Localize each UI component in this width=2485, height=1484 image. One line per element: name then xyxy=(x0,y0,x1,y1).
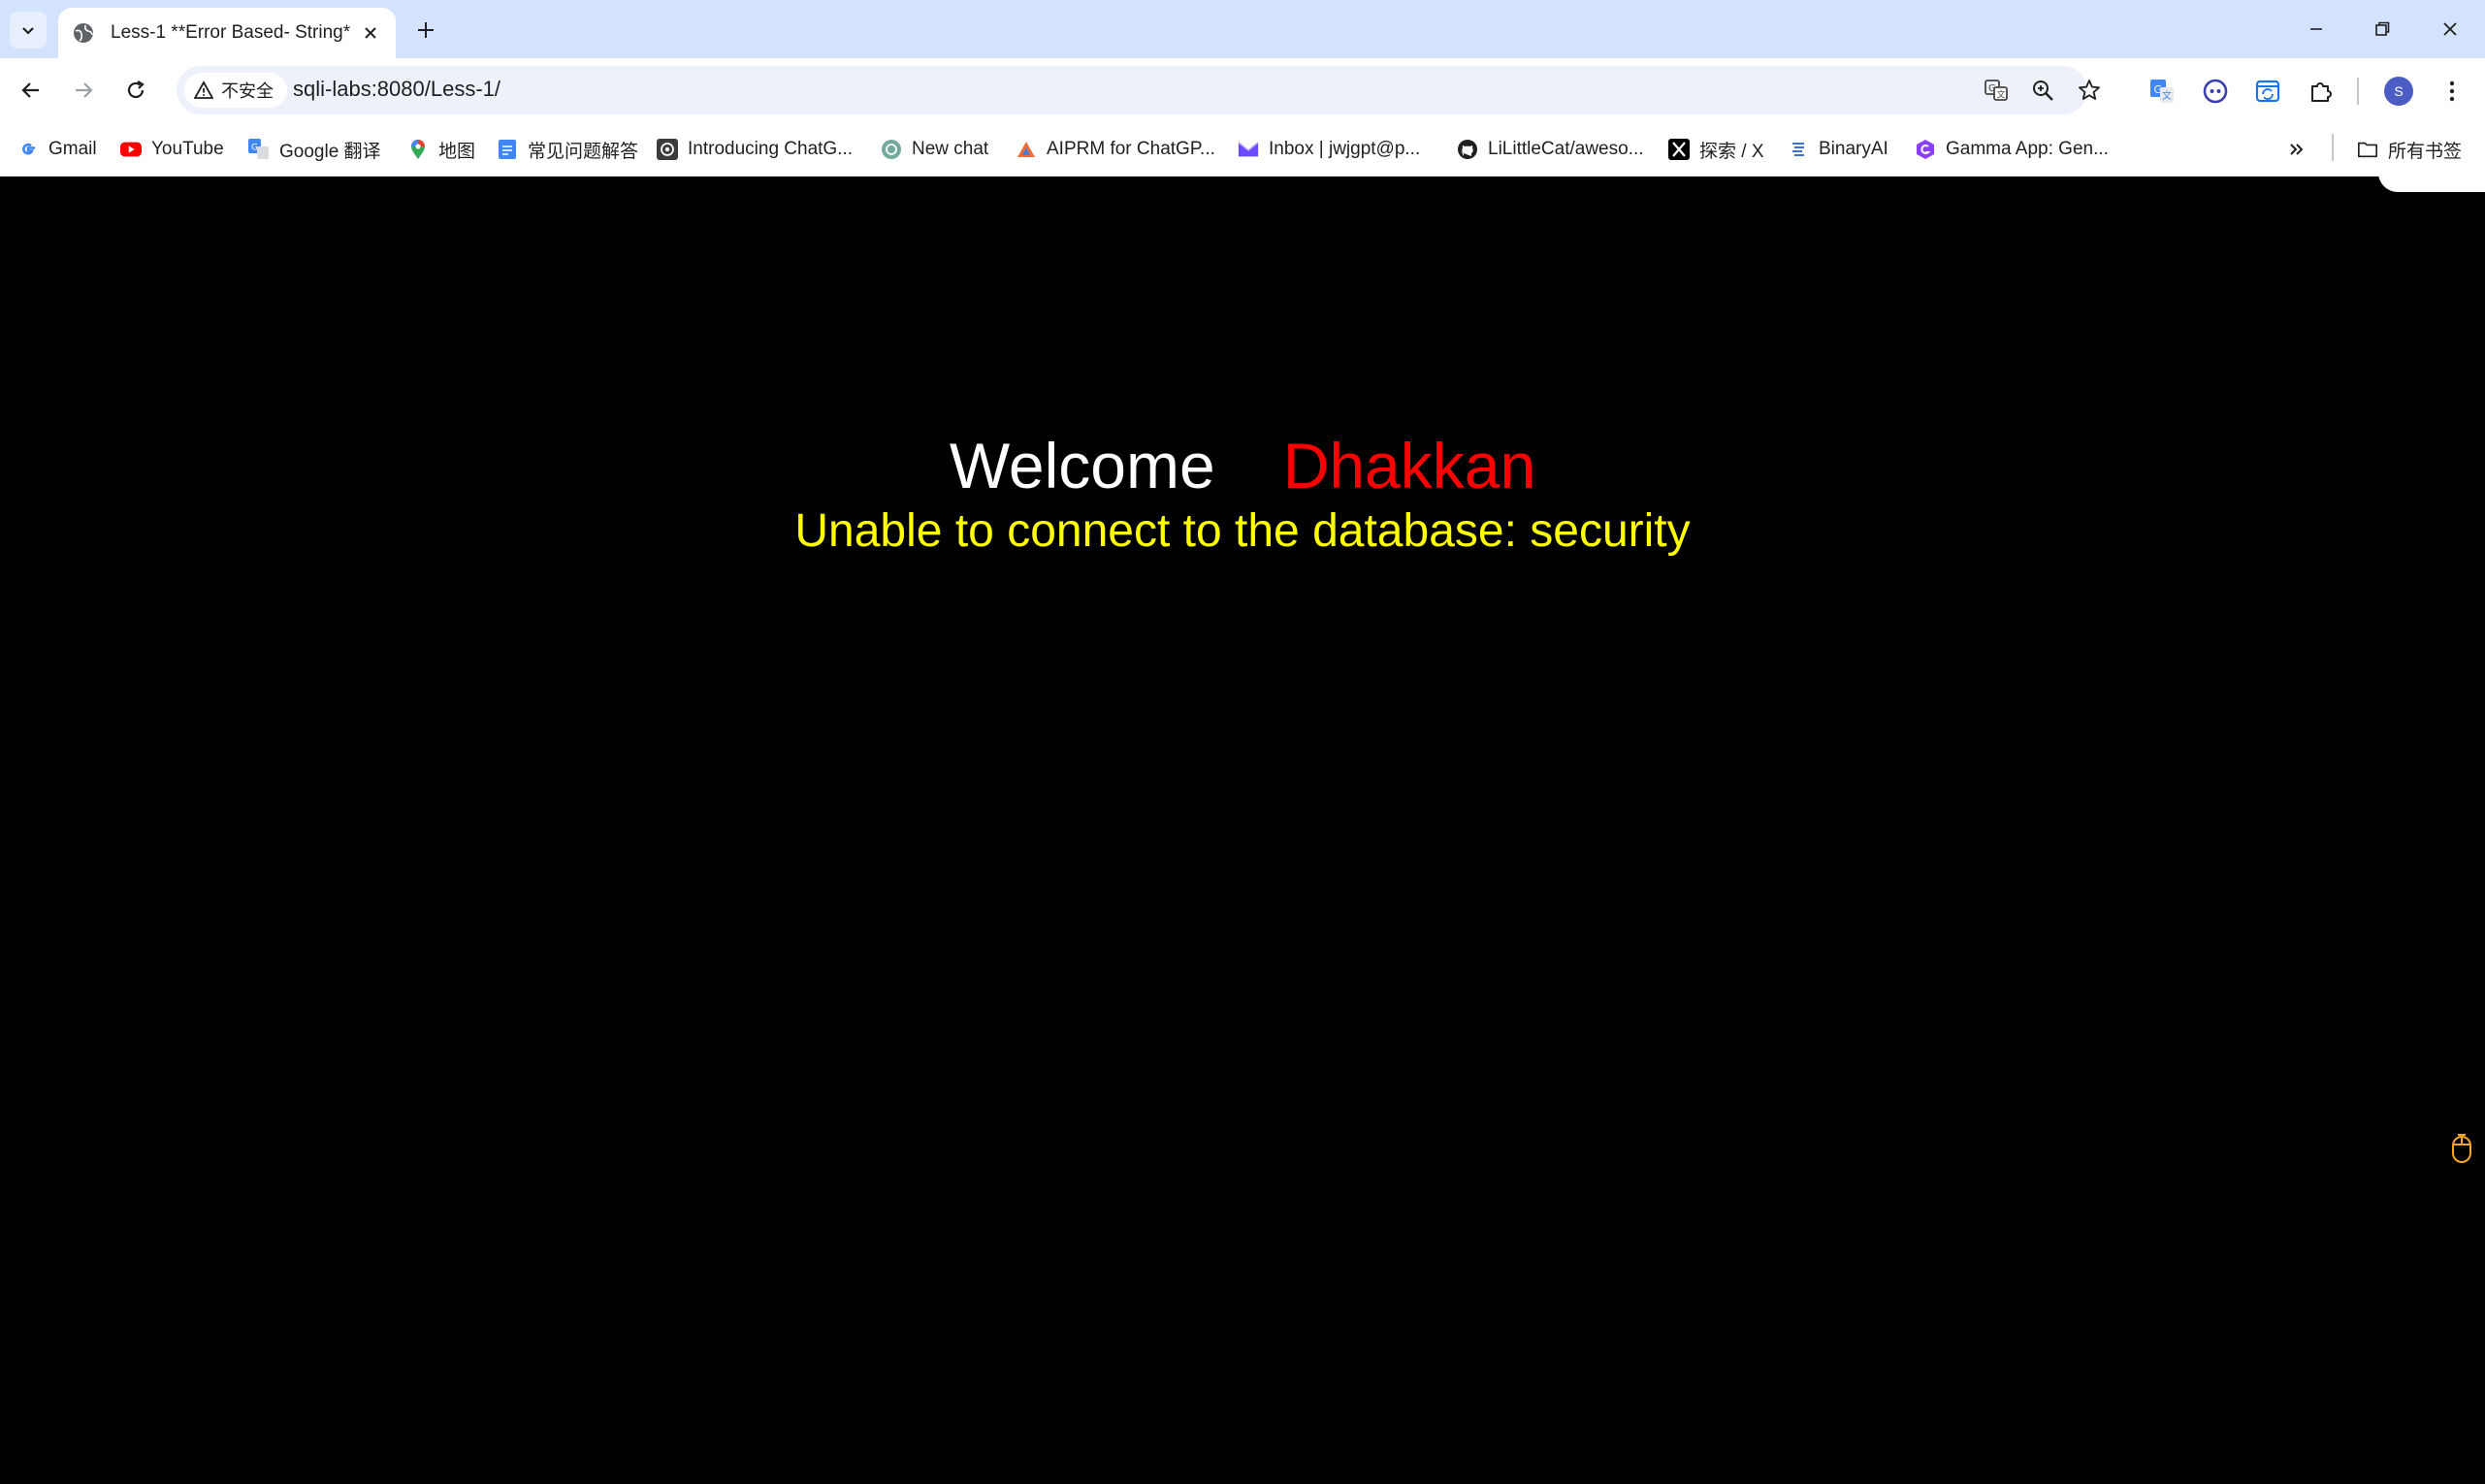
translate-icon: G文 xyxy=(1985,80,2008,101)
new-tab-button[interactable] xyxy=(409,14,442,47)
bookmarks-overflow-button[interactable] xyxy=(2287,134,2307,165)
reload-icon xyxy=(127,81,145,99)
ai-assistant-extension[interactable] xyxy=(2200,76,2231,107)
zoom-icon xyxy=(2033,81,2053,101)
double-chevron-right-icon xyxy=(2290,144,2304,155)
bookmark-binaryai[interactable]: BinaryAI xyxy=(1788,134,1888,165)
reload-button[interactable] xyxy=(116,71,155,110)
bookmark-github-lilittlecat[interactable]: LiLittleCat/aweso... xyxy=(1457,134,1644,165)
restore-button[interactable] xyxy=(2349,0,2415,58)
chevron-down-icon xyxy=(22,27,34,35)
tab-strip: Less-1 **Error Based- String* xyxy=(0,0,2485,58)
db-error-message: Unable to connect to the database: secur… xyxy=(794,505,1691,557)
close-icon xyxy=(365,27,376,39)
openai-icon xyxy=(657,139,678,160)
user-name: Dhakkan xyxy=(1282,430,1536,501)
folder-icon xyxy=(2357,139,2378,160)
all-bookmarks-button[interactable]: 所有书签 xyxy=(2357,134,2462,165)
svg-text:G: G xyxy=(251,144,258,153)
google-translate-icon: G xyxy=(248,139,270,160)
back-button[interactable] xyxy=(12,71,50,110)
page-content: Welcome Dhakkan Unable to connect to the … xyxy=(0,173,2485,1484)
url-text[interactable]: sqli-labs:8080/Less-1/ xyxy=(293,77,500,102)
close-icon xyxy=(2443,22,2457,36)
aiprm-icon xyxy=(1016,139,1037,160)
minimize-icon xyxy=(2310,28,2322,30)
google-translate-extension[interactable]: G文 xyxy=(2146,76,2178,107)
bookmark-new-chat[interactable]: New chat xyxy=(881,134,988,165)
maps-pin-icon xyxy=(407,139,429,160)
binaryai-icon xyxy=(1788,139,1809,160)
google-translate-icon: G文 xyxy=(2150,80,2174,103)
site-info-chip[interactable]: 不安全 xyxy=(184,73,287,108)
security-label: 不安全 xyxy=(221,81,274,101)
sync-browser-icon xyxy=(2255,80,2280,103)
translate-page-button[interactable]: G文 xyxy=(1980,74,2013,107)
extensions-button[interactable] xyxy=(2306,76,2337,107)
bookmark-proton-inbox[interactable]: Inbox | jwjgpt@p... xyxy=(1238,134,1420,165)
kebab-menu-icon xyxy=(2449,81,2455,102)
gamma-icon xyxy=(1915,139,1936,160)
floating-panel-edge xyxy=(2378,173,2485,192)
bookmark-gamma[interactable]: Gamma App: Gen... xyxy=(1915,134,2109,165)
tab-active[interactable]: Less-1 **Error Based- String* xyxy=(58,8,396,58)
close-window-button[interactable] xyxy=(2417,0,2483,58)
google-g-icon xyxy=(17,139,39,160)
address-bar[interactable]: 不安全 sqli-labs:8080/Less-1/ G文 xyxy=(177,66,2100,114)
star-icon xyxy=(2079,80,2100,100)
puzzle-icon xyxy=(2311,82,2332,102)
tab-close-button[interactable] xyxy=(357,19,384,47)
bookmarks-divider xyxy=(2332,134,2334,161)
bookmark-faq[interactable]: 常见问题解答 xyxy=(497,134,638,165)
doc-icon xyxy=(497,139,518,160)
welcome-heading: Welcome Dhakkan xyxy=(0,429,2485,502)
bookmark-introducing-chatgpt[interactable]: Introducing ChatG... xyxy=(657,134,853,165)
page-bottom-edge xyxy=(0,1480,2485,1484)
bookmark-youtube[interactable]: YouTube xyxy=(120,134,224,165)
menu-button[interactable] xyxy=(2437,76,2468,107)
restore-icon xyxy=(2375,21,2390,36)
welcome-text: Welcome xyxy=(949,430,1215,501)
bookmark-x-explore[interactable]: 探索 / X xyxy=(1668,134,1764,165)
chatgpt-icon xyxy=(881,139,902,160)
svg-text:文: 文 xyxy=(2162,89,2172,102)
youtube-icon xyxy=(120,139,142,160)
toolbar-divider xyxy=(2357,78,2359,105)
tab-title: Less-1 **Error Based- String* xyxy=(111,22,351,43)
svg-text:文: 文 xyxy=(1997,89,2006,101)
bookmark-star-button[interactable] xyxy=(2073,74,2106,107)
plus-icon xyxy=(418,22,434,38)
globe-icon xyxy=(74,23,93,43)
github-icon xyxy=(1457,139,1478,160)
tab-search-button[interactable] xyxy=(10,12,47,48)
bookmark-maps[interactable]: 地图 xyxy=(407,134,475,165)
bookmark-gmail[interactable]: Gmail xyxy=(17,134,97,165)
toolbar: 不安全 sqli-labs:8080/Less-1/ G文 G文 S xyxy=(0,58,2485,122)
x-icon xyxy=(1668,139,1690,160)
minimize-button[interactable] xyxy=(2283,0,2349,58)
bookmark-google-translate[interactable]: G Google 翻译 xyxy=(248,134,381,165)
robot-face-icon xyxy=(2203,79,2228,104)
profile-avatar[interactable]: S xyxy=(2384,77,2413,106)
zoom-button[interactable] xyxy=(2026,74,2059,107)
mouse-icon[interactable] xyxy=(2450,1133,2473,1164)
arrow-right-icon xyxy=(76,82,93,98)
sync-extension[interactable] xyxy=(2252,76,2283,107)
warning-icon xyxy=(194,81,213,99)
forward-button[interactable] xyxy=(64,71,103,110)
arrow-left-icon xyxy=(21,82,39,98)
proton-mail-icon xyxy=(1238,139,1259,160)
bookmark-aiprm[interactable]: AIPRM for ChatGP... xyxy=(1016,134,1215,165)
bookmarks-bar: Gmail YouTube G Google 翻译 地图 常见问题解答 Intr… xyxy=(0,122,2485,177)
